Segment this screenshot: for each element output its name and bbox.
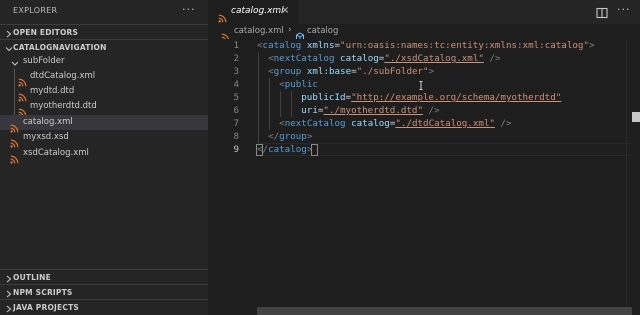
line-number: 7 [233, 118, 239, 129]
bracket-match-highlight [311, 144, 318, 156]
code-line[interactable]: <public [257, 79, 318, 90]
explorer-header: EXPLORER ··· [0, 0, 208, 24]
tree-item-label: myotherdtd.dtd [30, 101, 97, 111]
npm-scripts-label: NPM SCRIPTS [13, 288, 73, 297]
tab-catalog-xml[interactable]: catalog.xml × [208, 0, 298, 24]
rss-icon [10, 149, 19, 164]
code-line[interactable]: </catalog> [257, 144, 312, 155]
code-editor[interactable]: 1 2 3 4 5 6 7 8 9 <catalog xmlns="urn:oa… [208, 39, 640, 315]
close-icon[interactable]: × [281, 5, 289, 16]
line-number: 4 [233, 79, 239, 90]
explorer-more-icon[interactable]: ··· [182, 3, 196, 16]
tree-file-mydtd[interactable]: mydtd.dtd [0, 84, 208, 102]
line-number: 9 [233, 144, 239, 155]
rss-icon [10, 118, 19, 133]
code-line[interactable]: <catalog xmlns="urn:oasis:names:tc:entit… [257, 40, 595, 51]
tree-item-label: mydtd.dtd [30, 86, 75, 96]
tree-item-label: catalog.xml [23, 117, 73, 127]
workspace-root-label: CATALOGNAVIGATION [13, 43, 107, 52]
tree-folder-subfolder[interactable]: subFolder [0, 54, 208, 69]
more-actions-icon[interactable]: ··· [617, 3, 631, 16]
rss-icon [18, 102, 27, 117]
line-number: 6 [233, 105, 239, 116]
outline-label: OUTLINE [13, 273, 51, 282]
tab-label: catalog.xml [231, 6, 284, 16]
workspace-root-section[interactable]: CATALOGNAVIGATION [0, 39, 208, 55]
rss-icon [221, 27, 230, 42]
scrollbar-thumb[interactable] [632, 112, 640, 122]
element-symbol-icon [295, 27, 305, 42]
rss-icon [10, 133, 19, 148]
line-number: 8 [233, 131, 239, 142]
tree-item-label: dtdCatalog.xml [30, 71, 96, 81]
bracket-match-highlight [256, 144, 263, 156]
text-cursor-icon [419, 75, 423, 90]
npm-scripts-section[interactable]: NPM SCRIPTS [0, 284, 208, 300]
vertical-scrollbar[interactable] [631, 39, 640, 315]
line-number: 5 [233, 92, 239, 103]
code-line[interactable]: publicId="http://example.org/schema/myot… [257, 92, 561, 103]
rss-icon [18, 87, 27, 102]
rss-icon [18, 72, 27, 87]
open-editors-label: OPEN EDITORS [13, 28, 79, 37]
breadcrumb-separator: › [288, 25, 292, 35]
rss-icon [218, 8, 227, 23]
code-line[interactable]: </group> [257, 131, 312, 142]
code-line[interactable]: <nextCatalog catalog="./dtdCatalog.xml" … [257, 118, 511, 129]
line-number: 1 [233, 40, 239, 51]
outline-section[interactable]: OUTLINE [0, 269, 208, 285]
breadcrumb-file[interactable]: catalog.xml [234, 26, 284, 36]
code-line[interactable]: uri="./myotherdtd.dtd" /> [257, 105, 439, 116]
tree-file-myotherdtd[interactable]: myotherdtd.dtd [0, 99, 208, 117]
code-line[interactable]: <nextCatalog catalog="./xsdCatalog.xml" … [257, 53, 500, 64]
tree-file-xsdcatalog[interactable]: xsdCatalog.xml [0, 146, 208, 164]
code-line[interactable]: <group xml:base="./subFolder"> [257, 66, 434, 77]
split-editor-icon[interactable] [595, 5, 609, 19]
tree-item-label: subFolder [23, 56, 65, 66]
explorer-title: EXPLORER [13, 6, 58, 15]
breadcrumb-element[interactable]: catalog [307, 26, 338, 36]
line-number: 2 [233, 53, 239, 64]
tree-file-myxsd[interactable]: myxsd.xsd [0, 130, 208, 148]
line-number: 3 [233, 66, 239, 77]
breadcrumb: catalog.xml › catalog [208, 24, 640, 42]
editor-tab-bar: catalog.xml × ··· [208, 0, 640, 24]
tree-file-catalog[interactable]: catalog.xml [0, 115, 208, 133]
tree-item-label: myxsd.xsd [23, 132, 69, 142]
open-editors-section[interactable]: OPEN EDITORS [0, 24, 208, 40]
explorer-sidebar: EXPLORER ··· OPEN EDITORS CATALOGNAVIGAT… [0, 0, 208, 315]
chevron-down-icon [10, 55, 20, 68]
java-projects-label: JAVA PROJECTS [13, 303, 79, 312]
tree-item-label: xsdCatalog.xml [23, 148, 89, 158]
horizontal-scrollbar[interactable] [257, 307, 632, 315]
overview-ruler [626, 39, 627, 315]
java-projects-section[interactable]: JAVA PROJECTS [0, 299, 208, 315]
tree-file-dtdcatalog[interactable]: dtdCatalog.xml [0, 69, 208, 87]
